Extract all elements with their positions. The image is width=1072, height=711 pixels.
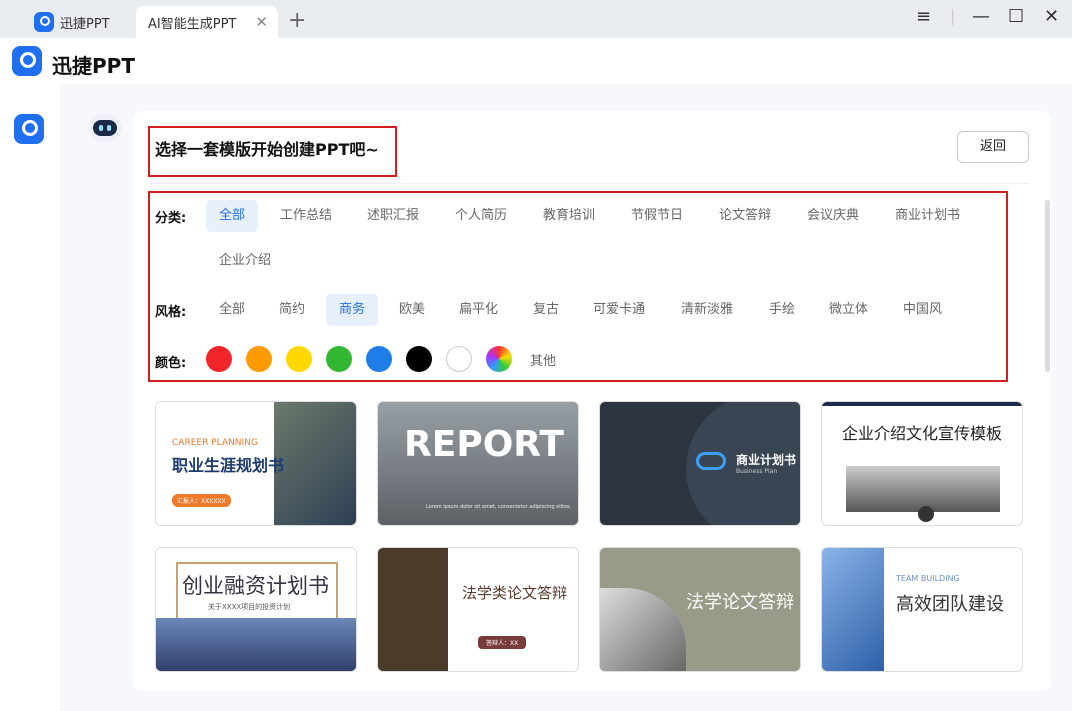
title-bar: 迅捷PPT AI智能生成PPT ✕ + ≡ | — ☐ ✕ (0, 0, 1072, 38)
template-text: 法学类论文答辩 (462, 584, 568, 602)
style-all[interactable]: 全部 (206, 294, 258, 326)
style-3d[interactable]: 微立体 (816, 294, 881, 326)
template-text: 关于XXXX项目的投资计划 (208, 603, 291, 611)
template-text: 法学论文答辩 (686, 592, 794, 613)
category-resume[interactable]: 个人简历 (442, 200, 520, 232)
style-chinese[interactable]: 中国风 (890, 294, 955, 326)
brand-logo-icon (12, 46, 42, 76)
color-red[interactable] (206, 346, 232, 372)
color-blue[interactable] (366, 346, 392, 372)
category-business-plan[interactable]: 商业计划书 (882, 200, 973, 232)
color-picker-icon[interactable] (486, 346, 512, 372)
category-all[interactable]: 全部 (206, 200, 259, 232)
template-text: TEAM BUILDING (896, 574, 960, 583)
template-law-thesis-defense[interactable]: 法学类论文答辩 答辩人：XX (377, 547, 579, 672)
category-thesis[interactable]: 论文答辩 (706, 200, 784, 232)
sidebar-home-icon[interactable] (14, 114, 44, 144)
tab-label: AI智能生成PPT (148, 16, 237, 32)
style-retro[interactable]: 复古 (520, 294, 572, 326)
maximize-icon[interactable]: ☐ (1008, 6, 1024, 27)
menu-icon[interactable]: ≡ (916, 6, 931, 27)
style-label: 风格: (155, 305, 187, 320)
color-white[interactable] (446, 346, 472, 372)
back-button[interactable]: 返回 (957, 131, 1029, 163)
tab-label: 迅捷PPT (60, 16, 110, 32)
template-business-plan[interactable]: 商业计划书 Business Plan (599, 401, 801, 526)
color-orange[interactable] (246, 346, 272, 372)
category-conference[interactable]: 会议庆典 (794, 200, 872, 232)
brand-name: 迅捷PPT (52, 54, 135, 78)
template-text: 企业介绍文化宣传模板 (842, 424, 1003, 443)
template-text: 职业生涯规划书 (172, 456, 285, 475)
close-tab-icon[interactable]: ✕ (255, 13, 268, 31)
template-career-planning[interactable]: CAREER PLANNING 职业生涯规划书 汇报人：XXXXXX (155, 401, 357, 526)
color-black[interactable] (406, 346, 432, 372)
template-text: 高效团队建设 (896, 594, 1004, 615)
template-text: REPORT (404, 424, 564, 465)
chevron-down-icon[interactable] (918, 506, 934, 522)
template-text: 答辩人：XX (478, 636, 527, 649)
category-work-summary[interactable]: 工作总结 (267, 200, 345, 232)
app-logo-icon (34, 12, 54, 32)
left-sidebar (0, 84, 60, 711)
style-western[interactable]: 欧美 (386, 294, 438, 326)
category-company-intro[interactable]: 企业介绍 (206, 245, 284, 277)
template-text: CAREER PLANNING (172, 438, 258, 448)
style-flat[interactable]: 扁平化 (446, 294, 511, 326)
app-bar: 迅捷PPT (0, 38, 1072, 84)
template-team-building[interactable]: TEAM BUILDING 高效团队建设 (821, 547, 1023, 672)
color-other[interactable]: 其他 (530, 350, 556, 369)
template-report[interactable]: REPORT Lorem ipsum dolor sit amet, conse… (377, 401, 579, 526)
style-simple[interactable]: 简约 (266, 294, 318, 326)
style-business[interactable]: 商务 (326, 294, 379, 326)
minimize-icon[interactable]: — (972, 6, 990, 27)
color-yellow[interactable] (286, 346, 312, 372)
template-text: 汇报人：XXXXXX (172, 494, 231, 507)
template-text: 商业计划书 (736, 453, 797, 467)
category-holiday[interactable]: 节假节日 (618, 200, 696, 232)
style-fresh[interactable]: 清新淡雅 (668, 294, 746, 326)
divider (150, 183, 1029, 184)
template-startup-financing[interactable]: 创业融资计划书 关于XXXX项目的投资计划 (155, 547, 357, 672)
template-law-thesis[interactable]: 法学论文答辩 (599, 547, 801, 672)
style-cartoon[interactable]: 可爱卡通 (580, 294, 658, 326)
style-hand-drawn[interactable]: 手绘 (756, 294, 808, 326)
close-window-icon[interactable]: ✕ (1044, 6, 1059, 27)
separator: | (950, 6, 956, 25)
tab-ai-generate[interactable]: AI智能生成PPT ✕ (136, 6, 278, 38)
tab-xunjie-ppt[interactable]: 迅捷PPT (24, 6, 132, 38)
ai-bot-avatar-icon (88, 113, 122, 143)
category-report[interactable]: 述职汇报 (354, 200, 432, 232)
template-text: 创业融资计划书 (182, 574, 329, 598)
category-education[interactable]: 教育培训 (530, 200, 608, 232)
color-green[interactable] (326, 346, 352, 372)
template-text: Lorem ipsum dolor sit amet, consectetur … (426, 504, 572, 510)
category-label: 分类: (155, 211, 187, 226)
template-company-intro[interactable]: 企业介绍文化宣传模板 (821, 401, 1023, 526)
color-label: 颜色: (155, 356, 187, 371)
template-text: Business Plan (736, 468, 778, 475)
page-title: 选择一套模版开始创建PPT吧~ (155, 140, 379, 159)
add-tab-icon[interactable]: + (288, 8, 306, 33)
scrollbar[interactable] (1045, 200, 1050, 372)
